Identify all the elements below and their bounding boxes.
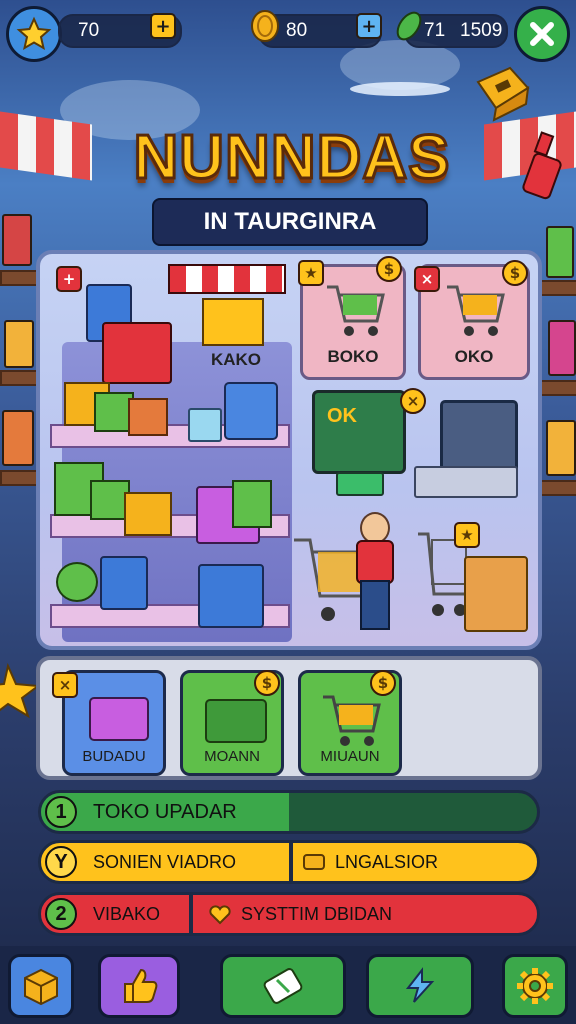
upgrade-badge-3: $ (370, 670, 396, 696)
store-panel: + KAKO BOKO ★ $ OKO × $ OK × ★ (36, 250, 542, 650)
background-product (2, 214, 32, 266)
alert-badge: × (400, 388, 426, 414)
shop-awning (168, 264, 286, 294)
floating-register-icon (476, 66, 530, 122)
bar-number-1: 1 (45, 796, 77, 828)
pos-monitor[interactable]: OK (312, 390, 406, 474)
nav-boost-button[interactable] (366, 954, 474, 1018)
close-button[interactable] (514, 6, 570, 62)
bar-label-1: TOKO UPADAR (93, 801, 237, 823)
gems-extra-value: 1509 (460, 20, 503, 41)
product-box[interactable] (124, 492, 172, 536)
background-awning-left (0, 111, 92, 181)
bar-number-2: Y (45, 846, 77, 878)
ceiling-light (350, 82, 450, 96)
star-badge: ★ (298, 260, 324, 286)
bar-divider (189, 895, 193, 933)
coins-value: 80 (286, 20, 308, 41)
bar-label-3-right: SYSTTIM DBIDAN (241, 904, 393, 924)
upgrade-badge-1: × (52, 672, 78, 698)
gear-icon (517, 968, 553, 1004)
upgrade-card-3-label: MIUAUN (320, 748, 380, 765)
blue-box-product[interactable] (198, 564, 264, 628)
cart-card-2-label: OKO (454, 347, 494, 366)
upgrade-item-icon (205, 699, 267, 743)
background-shelf (540, 480, 576, 496)
bar-label-2-left: SONIEN VIADRO (93, 852, 237, 872)
game-title: NUNNDAS (132, 122, 451, 194)
shelf-alert-badge: + (56, 266, 82, 292)
lightning-icon (405, 967, 435, 1003)
ticket-icon (263, 968, 303, 1004)
thumbs-up-icon (124, 968, 158, 1003)
red-product-box[interactable] (102, 322, 172, 384)
laptop-product[interactable] (100, 556, 148, 610)
storage-box[interactable] (464, 556, 528, 632)
blue-product[interactable] (224, 382, 278, 440)
bar-label-2-right: LNGALSIOR (335, 852, 439, 872)
background-product (2, 410, 34, 466)
box-icon (24, 968, 58, 1006)
product-box[interactable] (128, 398, 168, 436)
floating-bottle-icon (522, 131, 562, 200)
background-shelf (540, 380, 576, 396)
cart-icon (447, 285, 505, 336)
nav-ticket-button[interactable] (220, 954, 346, 1018)
product-box[interactable] (232, 480, 272, 528)
star-icon (16, 16, 52, 51)
alert-badge: × (414, 266, 440, 292)
cashier-body[interactable] (356, 540, 394, 584)
add-stars-button[interactable]: + (150, 13, 176, 39)
shop-label: KAKO (210, 350, 262, 369)
background-shelf (0, 470, 40, 486)
pos-screen-text: OK (327, 405, 357, 427)
nav-settings-button[interactable] (502, 954, 568, 1018)
gems-value: 71 (424, 20, 446, 41)
laptop-screen[interactable] (440, 400, 518, 474)
progress-bar-toko[interactable]: 1 TOKO UPADAR (38, 790, 540, 834)
close-icon (530, 22, 554, 46)
gem-icon (396, 11, 422, 41)
pos-keyboard (336, 472, 384, 496)
upgrade-badge-2: $ (254, 670, 280, 696)
upgrade-bar-yellow[interactable]: Y SONIEN VIADRO LNGALSIOR (38, 840, 540, 884)
cart-icon (323, 695, 381, 746)
background-product (548, 320, 576, 376)
top-bar: 70 + 80 + 71 1509 (0, 0, 576, 66)
bar-label-3-left: VIBAKO (93, 904, 161, 924)
coin-badge: $ (502, 260, 528, 286)
background-shelf (540, 280, 576, 296)
background-shelf (0, 270, 40, 286)
star-badge: ★ (454, 522, 480, 548)
plant-pot[interactable] (56, 562, 98, 602)
shop-sign[interactable] (202, 298, 264, 346)
upgrade-item-icon (89, 697, 149, 741)
upgrade-card-1-label: BUDADU (82, 748, 146, 765)
ticket-icon (303, 854, 325, 870)
upgrade-card-2-label: MOANN (204, 748, 260, 765)
stars-value: 70 (78, 20, 100, 41)
coin-badge: $ (376, 256, 402, 282)
profile-star-button[interactable] (6, 6, 62, 62)
cart-card-1-label: BOKO (327, 347, 379, 366)
nav-box-button[interactable] (8, 954, 74, 1018)
heart-icon (209, 905, 231, 925)
cart-icon (327, 285, 385, 336)
cashier-legs (360, 580, 390, 630)
upgrade-panel: BUDADU × MOANN $ MIUAUN $ (36, 656, 542, 780)
bar-number-3: 2 (45, 898, 77, 930)
background-product (4, 320, 34, 368)
game-subtitle: IN TAURGINRA (152, 198, 428, 246)
bar-divider (289, 843, 293, 881)
background-product (546, 226, 574, 278)
coin-icon (251, 10, 279, 42)
add-coins-button[interactable]: + (356, 13, 382, 39)
upgrade-bar-red[interactable]: 2 VIBAKO SYSTTIM DBIDAN (38, 892, 540, 936)
background-product (546, 420, 576, 476)
pencil-cup[interactable] (188, 408, 222, 442)
laptop-keyboard (414, 466, 518, 498)
background-shelf (0, 370, 40, 386)
nav-like-button[interactable] (98, 954, 180, 1018)
